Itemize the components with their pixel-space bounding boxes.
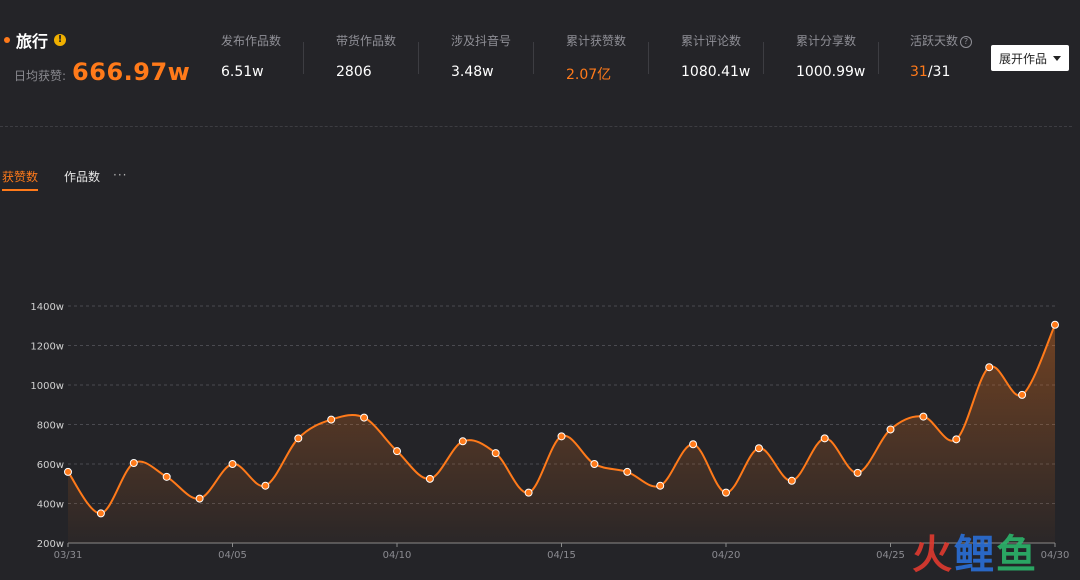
data-point: [820, 434, 829, 443]
data-point: [590, 460, 599, 468]
stat-total-likes: 累计获赞数 2.07亿: [566, 32, 626, 84]
question-icon[interactable]: ?: [960, 36, 973, 48]
x-tick-label: 04/10: [383, 550, 412, 561]
stat-divider: [763, 42, 764, 74]
data-point: [96, 509, 105, 518]
tab-active-indicator: [2, 189, 38, 191]
stat-value: 1000.99w: [796, 64, 866, 80]
daily-avg: 日均获赞: 666.97w: [14, 58, 190, 86]
y-tick-label: 1200w: [30, 342, 64, 353]
active-days-total: /31: [927, 64, 951, 80]
data-point: [524, 488, 533, 497]
data-point: [294, 434, 303, 443]
x-tick-label: 04/05: [218, 550, 247, 561]
y-tick-label: 200w: [37, 539, 64, 550]
data-point: [261, 481, 270, 490]
data-point: [1051, 320, 1059, 329]
data-point: [656, 481, 665, 490]
y-tick-label: 600w: [37, 460, 64, 471]
stat-divider: [648, 42, 649, 74]
y-tick-label: 400w: [37, 500, 64, 511]
tab-more[interactable]: ···: [113, 168, 127, 182]
stat-divider: [303, 42, 304, 74]
stat-accounts: 涉及抖音号 3.48w: [451, 32, 511, 80]
stat-label: 发布作品数: [221, 34, 282, 48]
stat-label: 活跃天数?: [910, 32, 973, 49]
x-tick-label: 03/31: [54, 550, 83, 561]
info-icon[interactable]: !: [54, 34, 67, 46]
stat-divider: [418, 42, 419, 74]
stat-divider: [533, 42, 534, 74]
data-point: [1018, 390, 1027, 399]
data-point: [64, 467, 72, 476]
watermark-char: 火: [912, 532, 954, 578]
section-divider: [0, 126, 1072, 127]
stat-value: 3.48w: [451, 64, 494, 80]
stat-label: 涉及抖音号: [451, 34, 512, 48]
stat-active-days: 活跃天数? 31/31: [910, 32, 973, 80]
stat-label: 累计获赞数: [566, 34, 627, 48]
data-point: [557, 432, 566, 441]
data-point: [425, 474, 434, 483]
y-tick-label: 1000w: [30, 381, 64, 392]
stat-divider: [878, 42, 879, 74]
stat-total-comments: 累计评论数 1080.41w: [681, 32, 750, 80]
topic-bullet: [4, 37, 10, 43]
data-point: [985, 363, 994, 372]
daily-avg-value: 666.97w: [72, 58, 191, 86]
data-point: [952, 435, 961, 444]
stat-label: 累计评论数: [681, 34, 742, 48]
data-point: [129, 459, 138, 468]
watermark-logo: 火鲤鱼: [912, 522, 1038, 580]
stat-published: 发布作品数 6.51w: [221, 32, 281, 80]
data-point: [689, 440, 698, 449]
data-point: [162, 472, 171, 481]
watermark-char: 鱼: [996, 532, 1038, 578]
topic-title: 旅行: [16, 32, 49, 51]
stat-value: 1080.41w: [681, 64, 751, 80]
x-tick-label: 04/20: [712, 550, 741, 561]
x-tick-label: 04/15: [547, 550, 576, 561]
data-point: [393, 447, 401, 456]
data-point: [623, 467, 632, 476]
stat-label-text: 活跃天数: [910, 34, 959, 48]
data-point: [787, 476, 796, 485]
active-days-count: 31: [910, 64, 928, 80]
data-point: [919, 412, 928, 421]
stat-label: 累计分享数: [796, 34, 857, 48]
expand-works-label: 展开作品: [998, 51, 1047, 66]
data-point: [722, 488, 730, 497]
daily-avg-label: 日均获赞:: [14, 69, 67, 83]
y-tick-label: 1400w: [30, 302, 64, 313]
watermark-char: 鲤: [954, 532, 996, 578]
x-tick-label: 04/30: [1041, 550, 1070, 561]
data-point: [886, 425, 895, 434]
data-point: [491, 449, 500, 458]
stat-value: 2806: [336, 64, 372, 80]
data-point: [195, 494, 204, 503]
expand-works-button[interactable]: 展开作品: [991, 45, 1069, 71]
stat-total-shares: 累计分享数 1000.99w: [796, 32, 865, 80]
tab-likes[interactable]: 获赞数: [2, 168, 38, 185]
topic-header: 旅行 !: [4, 28, 67, 52]
y-tick-label: 800w: [37, 421, 64, 432]
data-point: [228, 460, 237, 468]
data-point: [360, 413, 369, 422]
data-point: [853, 468, 862, 477]
stat-value: 6.51w: [221, 64, 264, 80]
data-point: [458, 437, 467, 446]
data-point: [754, 444, 763, 453]
tab-works[interactable]: 作品数: [64, 168, 100, 185]
stat-commerce: 带货作品数 2806: [336, 32, 396, 80]
x-tick-label: 04/25: [876, 550, 905, 561]
stat-value: 2.07亿: [566, 67, 612, 83]
stat-label: 带货作品数: [336, 34, 397, 48]
stat-value: 31/31: [910, 64, 972, 80]
data-point: [327, 415, 336, 424]
caret-down-icon: [1053, 55, 1061, 61]
